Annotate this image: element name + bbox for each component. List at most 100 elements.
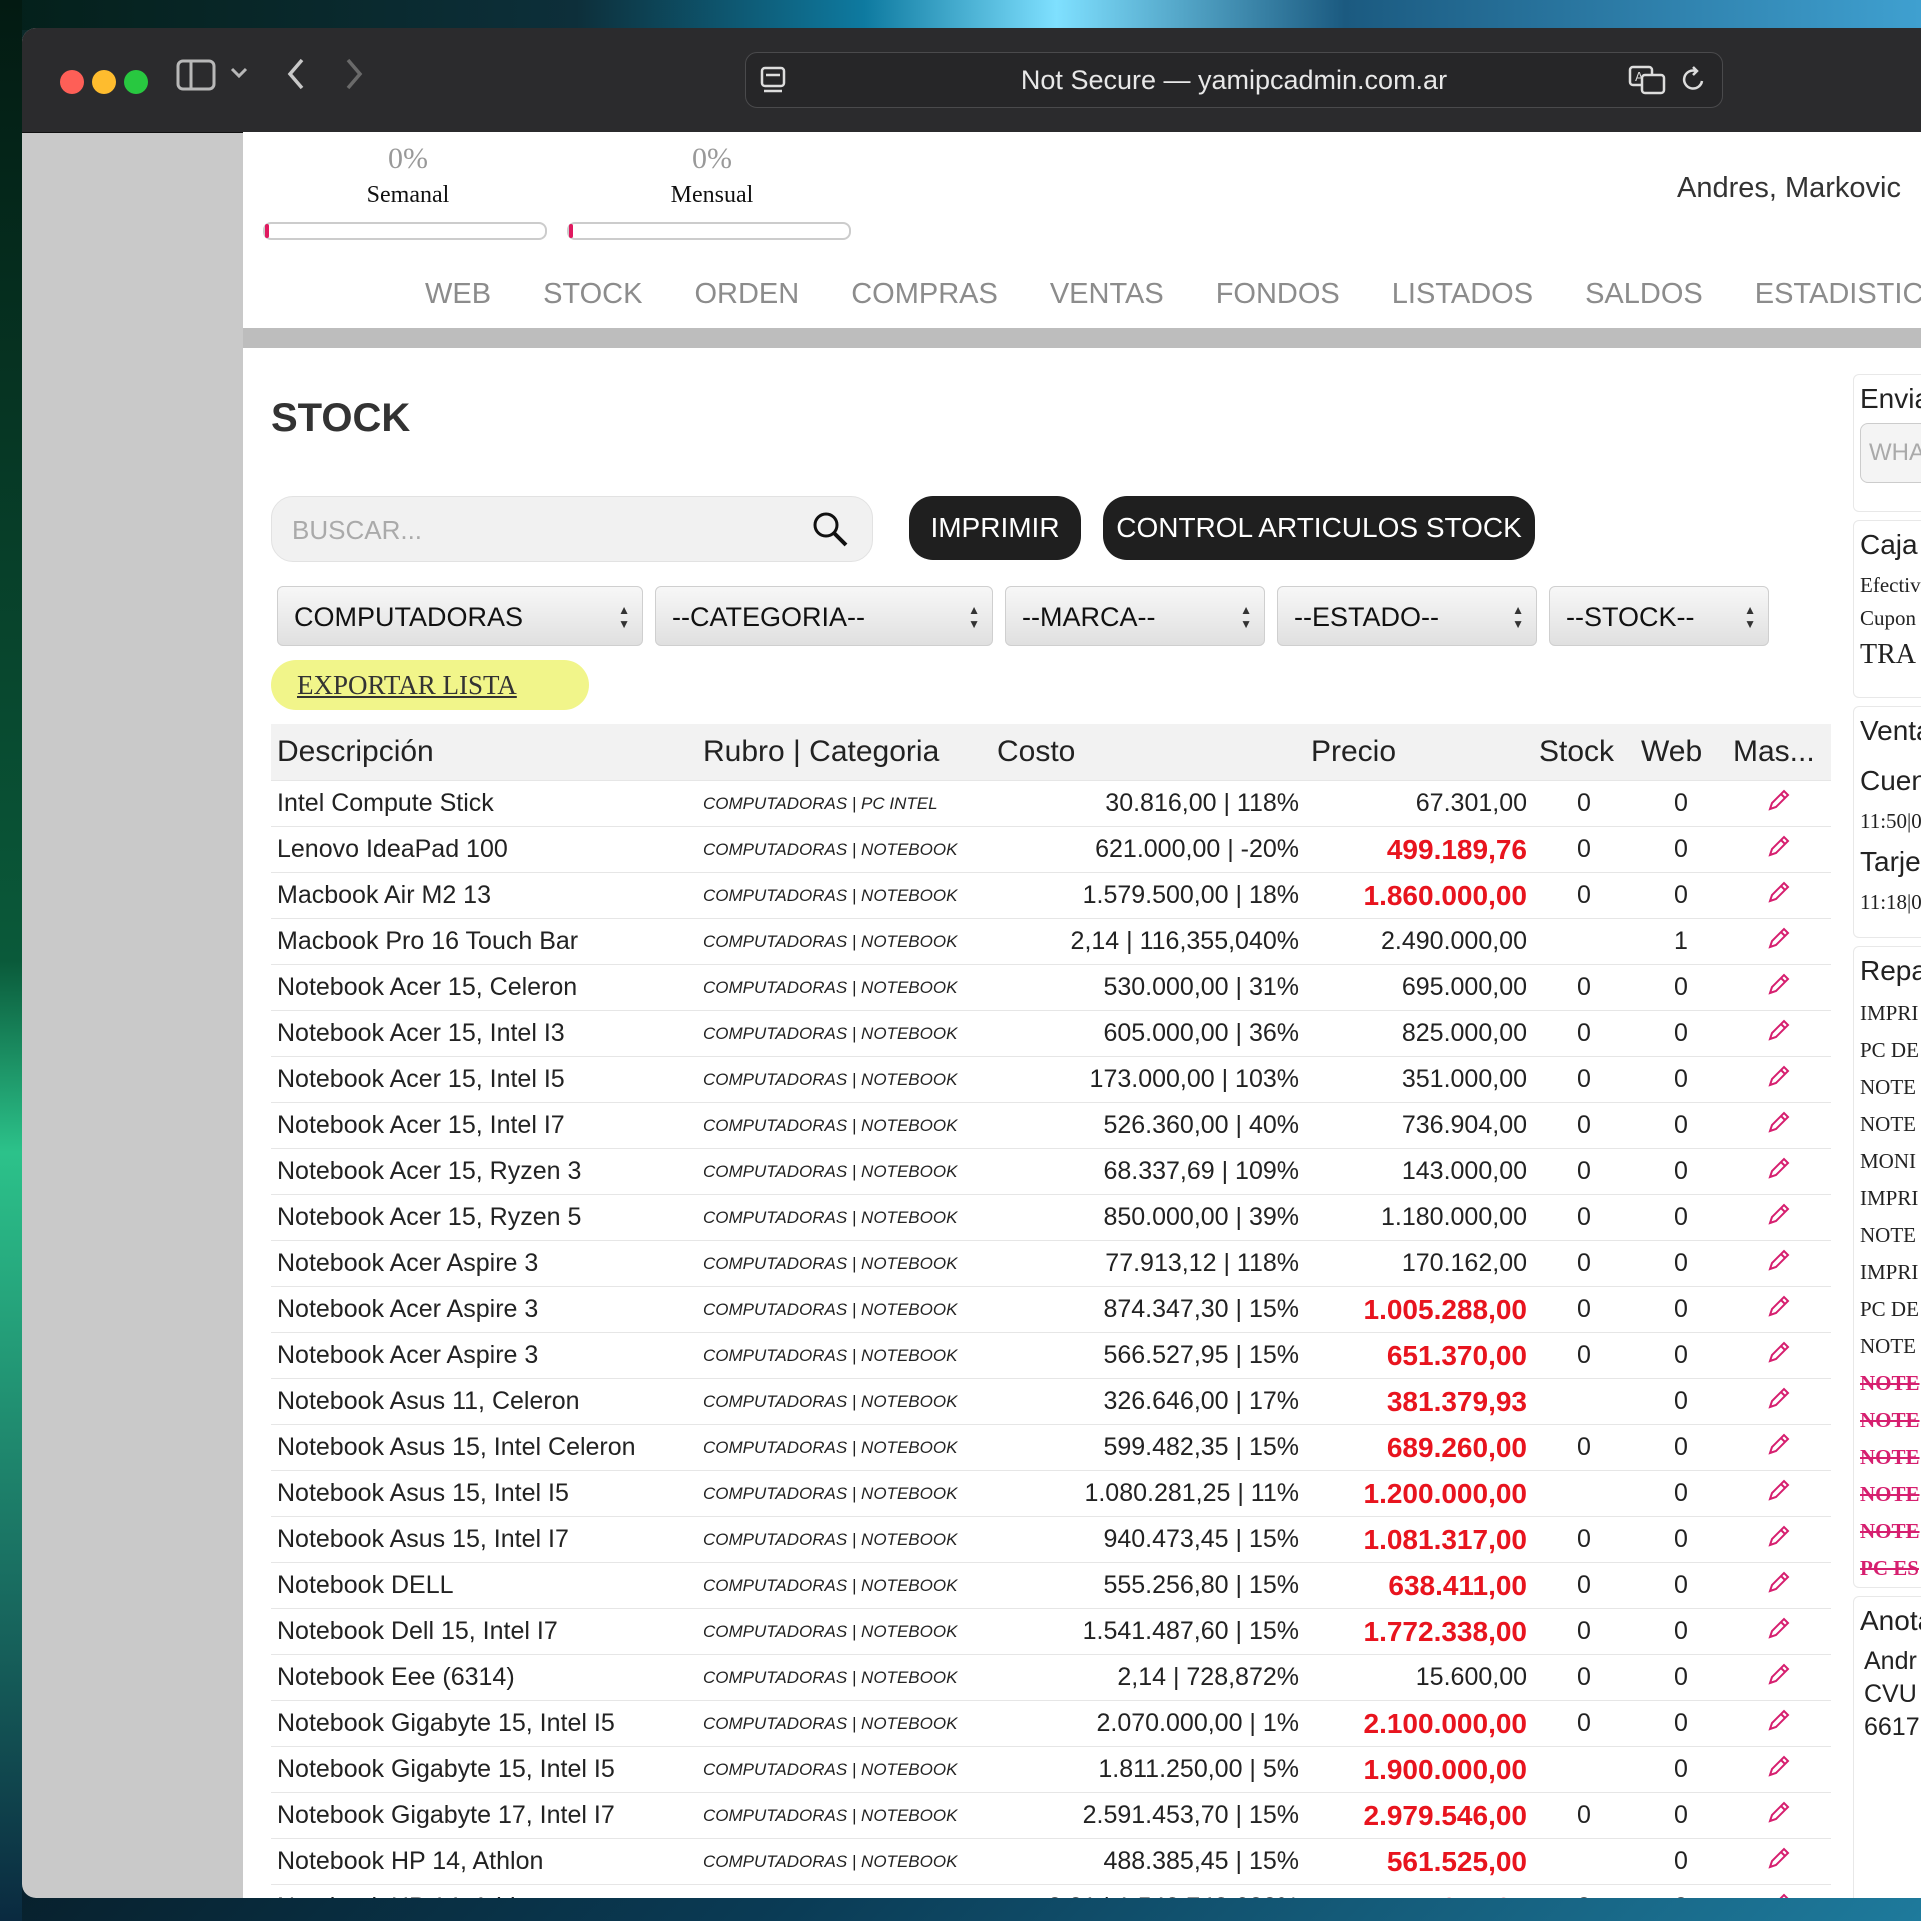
reparacion-item-done[interactable]: NOTE <box>1854 1402 1921 1439</box>
edit-icon[interactable] <box>1727 1838 1831 1885</box>
translate-icon[interactable]: A <box>1628 65 1666 100</box>
edit-icon[interactable] <box>1727 1470 1831 1517</box>
table-row[interactable]: Notebook DELL COMPUTADORAS | NOTEBOOK 555.… <box>271 1562 1831 1609</box>
print-button[interactable]: IMPRIMIR <box>909 496 1081 560</box>
col-precio[interactable]: Precio <box>1305 724 1533 781</box>
reparacion-item-done[interactable]: IMPRI <box>1854 1587 1921 1588</box>
edit-icon[interactable] <box>1727 1884 1831 1898</box>
marca-select[interactable]: --MARCA-- ▲ ▼ <box>1005 586 1265 646</box>
ventas-item[interactable]: Tarje <box>1854 838 1921 886</box>
table-row[interactable]: Intel Compute Stick COMPUTADORAS | PC INT… <box>271 780 1831 827</box>
edit-icon[interactable] <box>1727 780 1831 827</box>
table-row[interactable]: Notebook Eee (6314) COMPUTADORAS | NOTEBO… <box>271 1654 1831 1701</box>
reparacion-item[interactable]: IMPRI <box>1854 1180 1921 1217</box>
edit-icon[interactable] <box>1727 1424 1831 1471</box>
table-row[interactable]: Notebook Acer 15, Ryzen 5 COMPUTADORAS | … <box>271 1194 1831 1241</box>
table-row[interactable]: Notebook Acer Aspire 3 COMPUTADORAS | NOT… <box>271 1240 1831 1287</box>
edit-icon[interactable] <box>1727 918 1831 965</box>
nav-fondos[interactable]: FONDOS <box>1216 278 1340 311</box>
edit-icon[interactable] <box>1727 1332 1831 1379</box>
col-web[interactable]: Web <box>1635 724 1727 781</box>
table-row[interactable]: Macbook Air M2 13 COMPUTADORAS | NOTEBOOK… <box>271 872 1831 919</box>
table-row[interactable]: Lenovo IdeaPad 100 COMPUTADORAS | NOTEBOO… <box>271 826 1831 873</box>
ventas-item[interactable]: Cuen <box>1854 755 1921 805</box>
reparacion-item[interactable]: NOTE <box>1854 1217 1921 1254</box>
categoria-select[interactable]: --CATEGORIA-- ▲ ▼ <box>655 586 993 646</box>
reparacion-item-done[interactable]: NOTE <box>1854 1513 1921 1550</box>
whatsapp-input[interactable]: WHA <box>1860 423 1921 483</box>
table-row[interactable]: Notebook Acer Aspire 3 COMPUTADORAS | NOT… <box>271 1286 1831 1333</box>
edit-icon[interactable] <box>1727 1608 1831 1655</box>
col-costo[interactable]: Costo <box>991 724 1305 781</box>
edit-icon[interactable] <box>1727 1562 1831 1609</box>
close-window-button[interactable] <box>60 70 84 94</box>
table-row[interactable]: Notebook Asus 15, Intel Celeron COMPUTADO… <box>271 1424 1831 1471</box>
user-name[interactable]: Andres, Markovic <box>1677 172 1901 205</box>
reparacion-item[interactable]: IMPRI <box>1854 1254 1921 1291</box>
address-bar[interactable]: Not Secure — yamipcadmin.com.ar A <box>745 52 1723 108</box>
reparacion-item[interactable]: NOTE <box>1854 1069 1921 1106</box>
edit-icon[interactable] <box>1727 1378 1831 1425</box>
reparacion-item[interactable]: NOTE <box>1854 1106 1921 1143</box>
export-list-link[interactable]: EXPORTAR LISTA <box>271 660 589 710</box>
stock-select[interactable]: --STOCK-- ▲ ▼ <box>1549 586 1769 646</box>
search-icon[interactable] <box>810 509 850 549</box>
table-row[interactable]: Notebook Asus 15, Intel I5 COMPUTADORAS |… <box>271 1470 1831 1517</box>
table-row[interactable]: Notebook Acer 15, Celeron COMPUTADORAS | … <box>271 964 1831 1011</box>
edit-icon[interactable] <box>1727 1010 1831 1057</box>
table-row[interactable]: Notebook Acer 15, Ryzen 3 COMPUTADORAS | … <box>271 1148 1831 1195</box>
edit-icon[interactable] <box>1727 964 1831 1011</box>
edit-icon[interactable] <box>1727 872 1831 919</box>
edit-icon[interactable] <box>1727 1746 1831 1793</box>
edit-icon[interactable] <box>1727 1654 1831 1701</box>
edit-icon[interactable] <box>1727 1056 1831 1103</box>
table-row[interactable]: Notebook Asus 15, Intel I7 COMPUTADORAS |… <box>271 1516 1831 1563</box>
forward-icon[interactable] <box>342 56 366 100</box>
back-icon[interactable] <box>284 56 308 100</box>
table-row[interactable]: Notebook Gigabyte 17, Intel I7 COMPUTADOR… <box>271 1792 1831 1839</box>
edit-icon[interactable] <box>1727 1516 1831 1563</box>
rubro-select[interactable]: COMPUTADORAS ▲ ▼ <box>277 586 643 646</box>
table-row[interactable]: Notebook Acer 15, Intel I3 COMPUTADORAS |… <box>271 1010 1831 1057</box>
edit-icon[interactable] <box>1727 1240 1831 1287</box>
reparacion-item[interactable]: MONI <box>1854 1143 1921 1180</box>
table-row[interactable]: Notebook Acer 15, Intel I7 COMPUTADORAS |… <box>271 1102 1831 1149</box>
reparacion-item[interactable]: PC DE <box>1854 1291 1921 1328</box>
table-row[interactable]: Notebook Gigabyte 15, Intel I5 COMPUTADOR… <box>271 1700 1831 1747</box>
minimize-window-button[interactable] <box>92 70 116 94</box>
control-stock-button[interactable]: CONTROL ARTICULOS STOCK <box>1103 496 1535 560</box>
table-row[interactable]: Notebook Acer Aspire 3 COMPUTADORAS | NOT… <box>271 1332 1831 1379</box>
table-row[interactable]: Notebook Dell 15, Intel I7 COMPUTADORAS |… <box>271 1608 1831 1655</box>
sidebar-toggle-icon[interactable] <box>176 58 216 100</box>
table-row[interactable]: Notebook Asus 11, Celeron COMPUTADORAS | … <box>271 1378 1831 1425</box>
table-row[interactable]: Notebook Acer 15, Intel I5 COMPUTADORAS |… <box>271 1056 1831 1103</box>
reparacion-item[interactable]: PC DE <box>1854 1032 1921 1069</box>
reparacion-item-done[interactable]: NOTE <box>1854 1365 1921 1402</box>
reparacion-item-done[interactable]: NOTE <box>1854 1439 1921 1476</box>
nav-web[interactable]: WEB <box>425 278 491 311</box>
col-stock[interactable]: Stock <box>1533 724 1635 781</box>
reparacion-item[interactable]: NOTE <box>1854 1328 1921 1365</box>
chevron-down-icon[interactable] <box>228 58 250 96</box>
table-row[interactable]: Macbook Pro 16 Touch Bar COMPUTADORAS | N… <box>271 918 1831 965</box>
table-row[interactable]: Notebook HP 14, AthlonCOMPUTADORAS | NOT… <box>271 1884 1831 1898</box>
edit-icon[interactable] <box>1727 1700 1831 1747</box>
reparacion-item[interactable]: IMPRI <box>1854 995 1921 1032</box>
col-mas[interactable]: Mas... <box>1727 724 1831 781</box>
nav-estadisticas[interactable]: ESTADISTICAS <box>1755 278 1921 311</box>
edit-icon[interactable] <box>1727 1102 1831 1149</box>
nav-saldos[interactable]: SALDOS <box>1585 278 1703 311</box>
col-descripcion[interactable]: Descripción <box>271 724 697 781</box>
reparacion-item-done[interactable]: NOTE <box>1854 1476 1921 1513</box>
nav-orden[interactable]: ORDEN <box>694 278 799 311</box>
col-rubro-categoria[interactable]: Rubro | Categoria <box>697 724 991 781</box>
nav-ventas[interactable]: VENTAS <box>1050 278 1164 311</box>
nav-compras[interactable]: COMPRAS <box>851 278 998 311</box>
reload-icon[interactable] <box>1680 65 1708 100</box>
nav-listados[interactable]: LISTADOS <box>1392 278 1533 311</box>
table-row[interactable]: Notebook Gigabyte 15, Intel I5 COMPUTADOR… <box>271 1746 1831 1793</box>
search-input[interactable]: BUSCAR... <box>271 496 873 562</box>
zoom-window-button[interactable] <box>124 70 148 94</box>
edit-icon[interactable] <box>1727 1194 1831 1241</box>
edit-icon[interactable] <box>1727 826 1831 873</box>
